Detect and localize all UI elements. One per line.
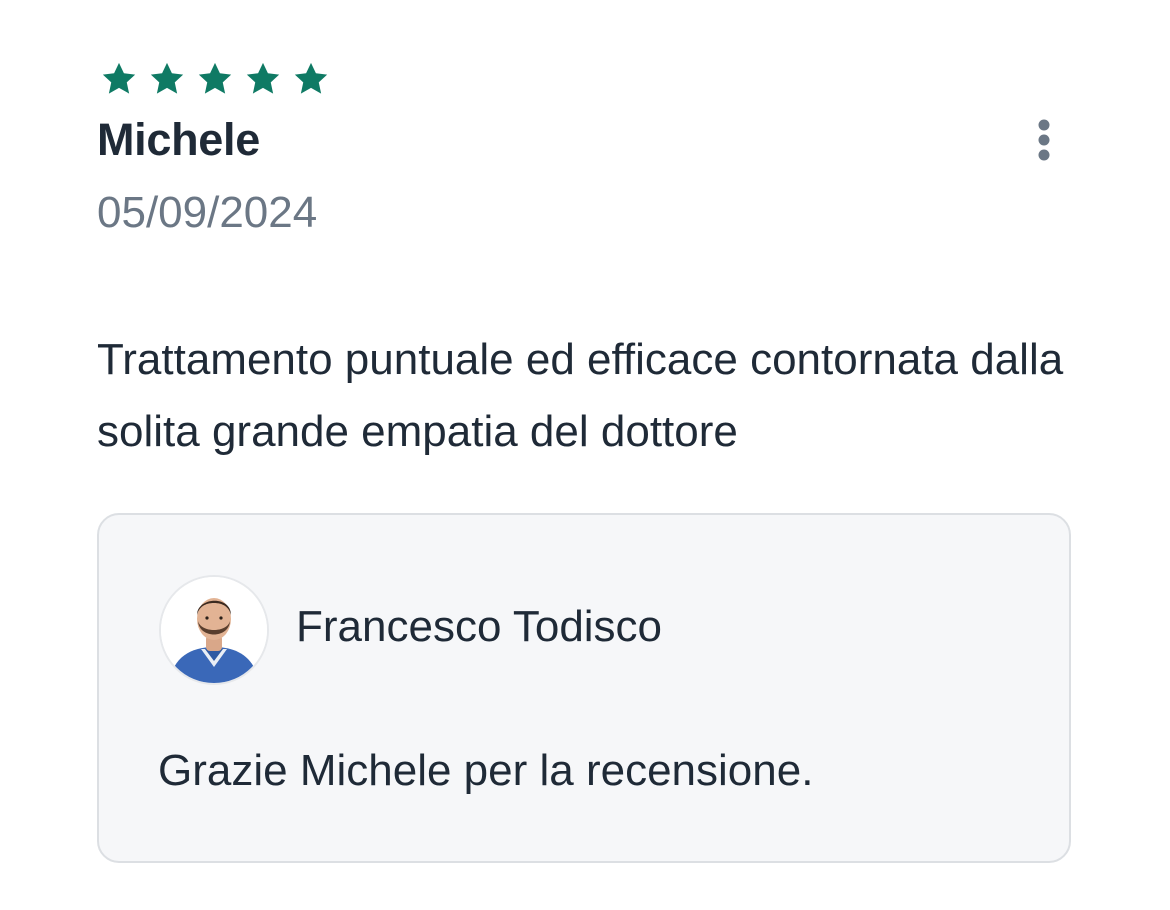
star-icon xyxy=(244,60,282,98)
reply-author-name: Francesco Todisco xyxy=(296,602,663,651)
star-rating xyxy=(100,60,330,100)
review-text: Trattamento puntuale ed efficace contorn… xyxy=(97,335,1064,456)
star-icon xyxy=(196,60,234,98)
star-icon xyxy=(292,60,330,98)
review-card: Michele 05/09/2024 Trattamento puntuale … xyxy=(0,0,1170,910)
review-date: 05/09/2024 xyxy=(97,188,318,237)
reviewer-name: Michele xyxy=(97,114,260,165)
doctor-reply: Francesco Todisco Grazie Michele per la … xyxy=(97,513,1071,863)
reply-text: Grazie Michele per la recensione. xyxy=(158,746,814,795)
avatar xyxy=(159,575,269,685)
more-options-button[interactable] xyxy=(1020,110,1068,170)
more-vertical-icon xyxy=(1037,118,1051,162)
star-icon xyxy=(148,60,186,98)
star-icon xyxy=(100,60,138,98)
